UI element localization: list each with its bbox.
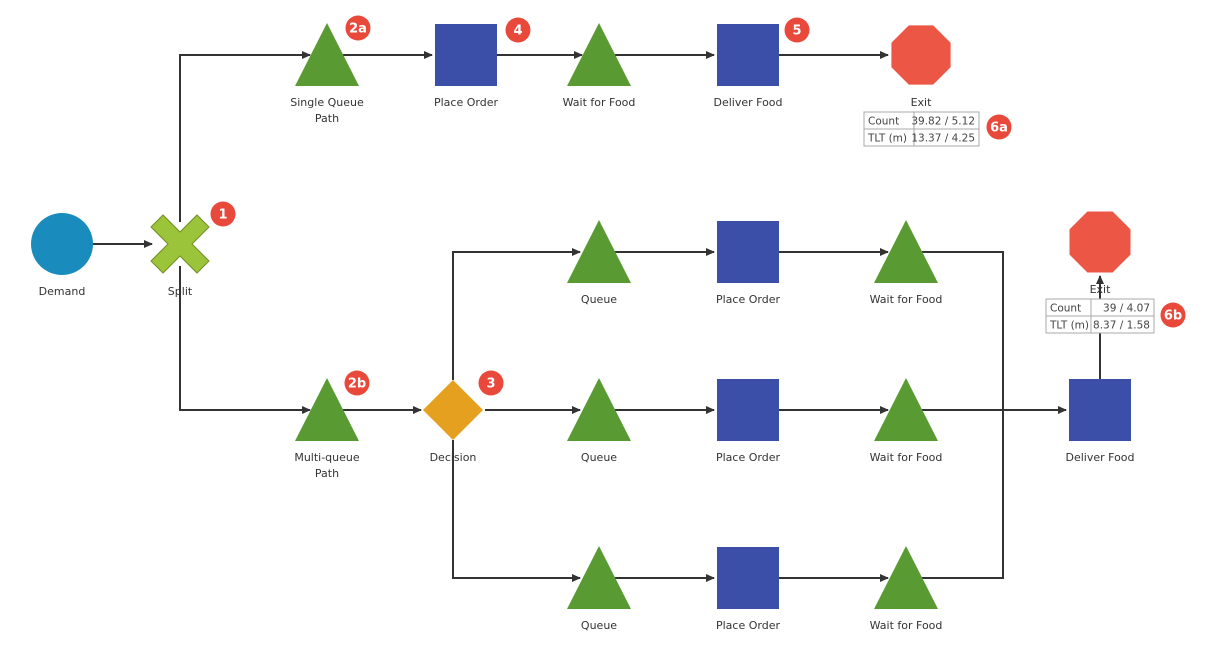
decision-label: Decision (430, 451, 477, 464)
single-queue-label: Path (315, 112, 339, 125)
step-badge-label: 4 (513, 24, 522, 39)
split-label: Split (168, 285, 193, 298)
place-order-label: Place Order (716, 293, 780, 306)
wait-for-food-label: Wait for Food (870, 293, 943, 306)
deliver-food-label: Deliver Food (713, 96, 782, 109)
single-queue-label: Single Queue (290, 96, 364, 109)
step-badge-label: 1 (218, 208, 227, 223)
step-badge-label: 3 (486, 377, 495, 392)
connector-arrow (452, 251, 580, 380)
stats-label: TLT (m) (1049, 320, 1089, 332)
queue-label: Queue (581, 293, 617, 306)
stats-value: 13.37 / 4.25 (911, 133, 975, 145)
step-badge-label: 6b (1164, 309, 1182, 324)
place-order-label: Place Order (716, 619, 780, 632)
place-order-label: Place Order (716, 451, 780, 464)
stats-label: Count (1050, 303, 1081, 315)
wait-for-food-label: Wait for Food (870, 451, 943, 464)
step-badge-label: 5 (792, 24, 801, 39)
decision-node[interactable] (423, 380, 483, 440)
stats-label: TLT (m) (867, 133, 907, 145)
wait-for-food-label: Wait for Food (563, 96, 636, 109)
process-flow-diagram: Demand Split Single Queue Path Place Order Wa… (31, 15, 1186, 632)
place-order-label: Place Order (434, 96, 498, 109)
step-badge-label: 6a (990, 121, 1008, 136)
multi-queue-label: Multi-queue (294, 451, 360, 464)
exit-label: Exit (1090, 283, 1112, 296)
place-order-node[interactable] (717, 547, 779, 609)
demand-label: Demand (39, 285, 86, 298)
stats-value: 8.37 / 1.58 (1093, 320, 1150, 332)
queue-label: Queue (581, 451, 617, 464)
stats-value: 39 / 4.07 (1103, 303, 1150, 315)
deliver-food-label: Deliver Food (1065, 451, 1134, 464)
place-order-node[interactable] (435, 24, 497, 86)
split-node[interactable] (150, 214, 210, 274)
exit-node[interactable] (1069, 211, 1131, 273)
deliver-food-node[interactable] (1069, 379, 1131, 441)
connector-arrow (179, 266, 311, 414)
wait-for-food-label: Wait for Food (870, 619, 943, 632)
demand-node[interactable] (31, 213, 93, 275)
multi-queue-label: Path (315, 467, 339, 480)
queue-label: Queue (581, 619, 617, 632)
step-badge-label: 2a (349, 22, 367, 37)
exit-node[interactable] (891, 25, 951, 85)
step-badge-label: 2b (348, 377, 366, 392)
stats-value: 39.82 / 5.12 (911, 116, 975, 128)
place-order-node[interactable] (717, 221, 779, 283)
place-order-node[interactable] (717, 379, 779, 441)
exit-label: Exit (911, 96, 933, 109)
deliver-food-node[interactable] (717, 24, 779, 86)
connector-arrow (179, 51, 311, 222)
stats-label: Count (868, 116, 899, 128)
